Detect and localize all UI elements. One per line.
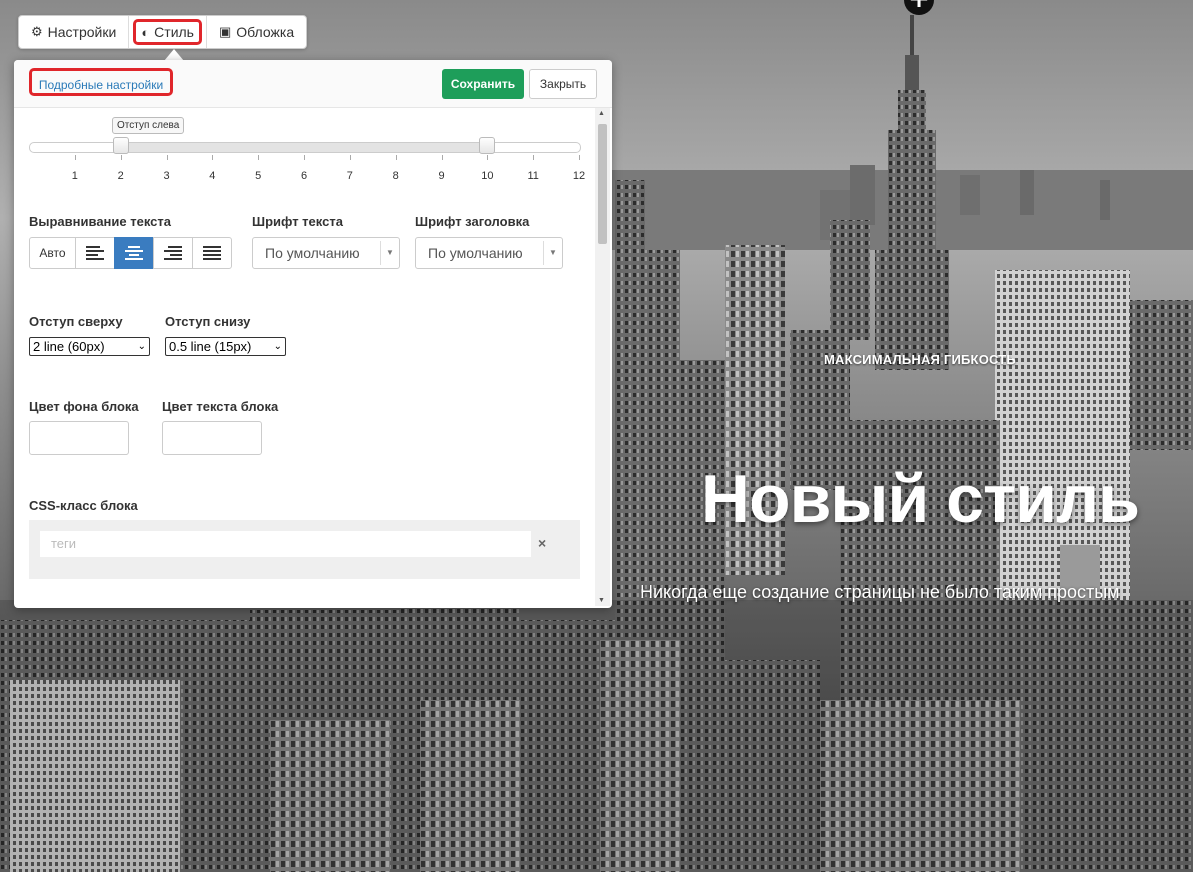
advanced-settings-link[interactable]: Подробные настройки [29, 68, 173, 96]
align-center-button[interactable] [114, 237, 154, 269]
style-panel: Подробные настройки Сохранить Закрыть ▲ … [14, 60, 612, 608]
padding-bottom-select[interactable]: 0.5 line (15px) ⌄ [165, 337, 286, 356]
slider-tick-label: 8 [392, 170, 399, 182]
align-right-button[interactable] [153, 237, 193, 269]
panel-scrollbar[interactable]: ▲ ▼ [595, 108, 610, 606]
slider-tooltip: Отступ слева [112, 117, 185, 134]
slider-tick-label: 2 [117, 170, 124, 182]
slider-left-handle[interactable] [112, 137, 129, 154]
slider-tick [579, 155, 580, 160]
tab-settings-label: Настройки [47, 24, 117, 40]
slider-tick [349, 155, 351, 160]
slider-tick-label: 4 [209, 170, 216, 182]
slider-tick [441, 155, 443, 160]
align-auto-button[interactable]: Авто [29, 237, 76, 269]
chevron-down-icon: ▼ [380, 241, 399, 265]
tab-style[interactable]: ◐ Стиль [129, 16, 207, 48]
add-block-button[interactable]: + [904, 0, 934, 15]
slider-tick [212, 155, 214, 160]
scroll-up-icon[interactable]: ▲ [598, 110, 605, 117]
hero-kicker: МАКСИМАЛЬНАЯ ГИБКОСТЬ [824, 352, 1016, 367]
close-button[interactable]: Закрыть [529, 69, 597, 99]
bg-color-input[interactable] [29, 421, 129, 455]
slider-tick-label: 6 [300, 170, 308, 182]
hero-subtitle: Никогда еще создание страницы не было та… [640, 582, 1120, 602]
font-text-value: По умолчанию [265, 245, 360, 261]
highlight-frame [133, 19, 202, 45]
text-color-input[interactable] [162, 421, 262, 455]
slider-tick-label: 3 [163, 170, 170, 182]
padding-top-label: Отступ сверху [29, 314, 123, 329]
slider-tick-label: 12 [572, 170, 586, 182]
font-heading-value: По умолчанию [428, 245, 523, 261]
tab-settings[interactable]: ⚙ Настройки [19, 16, 130, 48]
chevron-down-icon: ⌄ [273, 341, 282, 352]
align-justify-button[interactable] [192, 237, 232, 269]
gear-icon: ⚙ [31, 24, 43, 39]
scroll-down-icon[interactable]: ▼ [598, 597, 605, 604]
tab-cover[interactable]: ▣ Обложка [207, 16, 306, 48]
slider-tick-label: 9 [438, 170, 445, 182]
slider-tick [533, 155, 535, 160]
font-text-select[interactable]: По умолчанию ▼ [252, 237, 400, 269]
text-color-label: Цвет текста блока [162, 399, 279, 414]
align-left-icon [86, 246, 104, 260]
clear-tags-icon[interactable]: × [538, 535, 546, 551]
tags-input[interactable]: теги [40, 531, 531, 557]
css-class-label: CSS-класс блока [29, 498, 138, 513]
slider-tick-label: 10 [481, 170, 494, 182]
slider-tick [304, 155, 305, 160]
slider-tick [395, 155, 397, 160]
bg-color-label: Цвет фона блока [29, 399, 139, 414]
slider-tick [74, 155, 76, 160]
scrollbar-thumb[interactable] [598, 124, 607, 244]
align-justify-icon [203, 246, 221, 260]
save-button[interactable]: Сохранить [442, 69, 524, 99]
slider-tick [166, 155, 168, 160]
align-right-icon [164, 246, 182, 260]
slider-tick-label: 7 [346, 170, 353, 182]
font-text-label: Шрифт текста [252, 214, 343, 229]
align-center-icon [125, 246, 143, 260]
slider-tick [258, 155, 260, 160]
slider-tick-label: 5 [255, 170, 262, 182]
slider-right-handle[interactable] [479, 137, 496, 154]
text-align-label: Выравнивание текста [29, 214, 171, 229]
panel-header: Подробные настройки Сохранить Закрыть [14, 60, 612, 108]
padding-top-value: 2 line (60px) [33, 339, 105, 354]
chevron-down-icon: ⌄ [137, 341, 146, 352]
slider-tick-label: 11 [527, 170, 539, 182]
hero-title: Новый стиль [700, 461, 1140, 537]
css-class-field: теги × [29, 520, 580, 579]
indent-slider[interactable] [29, 142, 581, 153]
padding-top-select[interactable]: 2 line (60px) ⌄ [29, 337, 150, 356]
align-left-button[interactable] [75, 237, 115, 269]
font-heading-select[interactable]: По умолчанию ▼ [415, 237, 563, 269]
tab-cover-label: Обложка [236, 24, 295, 40]
chevron-down-icon: ▼ [543, 241, 562, 265]
text-align-group: Авто [29, 237, 232, 269]
slider-tick [120, 155, 122, 160]
padding-bottom-value: 0.5 line (15px) [169, 339, 252, 354]
slider-tick-label: 1 [71, 170, 78, 182]
slider-range [122, 143, 488, 152]
slider-tick [487, 155, 489, 160]
padding-bottom-label: Отступ снизу [165, 314, 251, 329]
slider-ticks: 1 2 3 4 5 6 7 8 9 10 11 12 [29, 155, 585, 185]
font-heading-label: Шрифт заголовка [415, 214, 530, 229]
editor-tab-bar: ⚙ Настройки ◐ Стиль ▣ Обложка [18, 15, 308, 49]
image-icon: ▣ [218, 24, 232, 39]
